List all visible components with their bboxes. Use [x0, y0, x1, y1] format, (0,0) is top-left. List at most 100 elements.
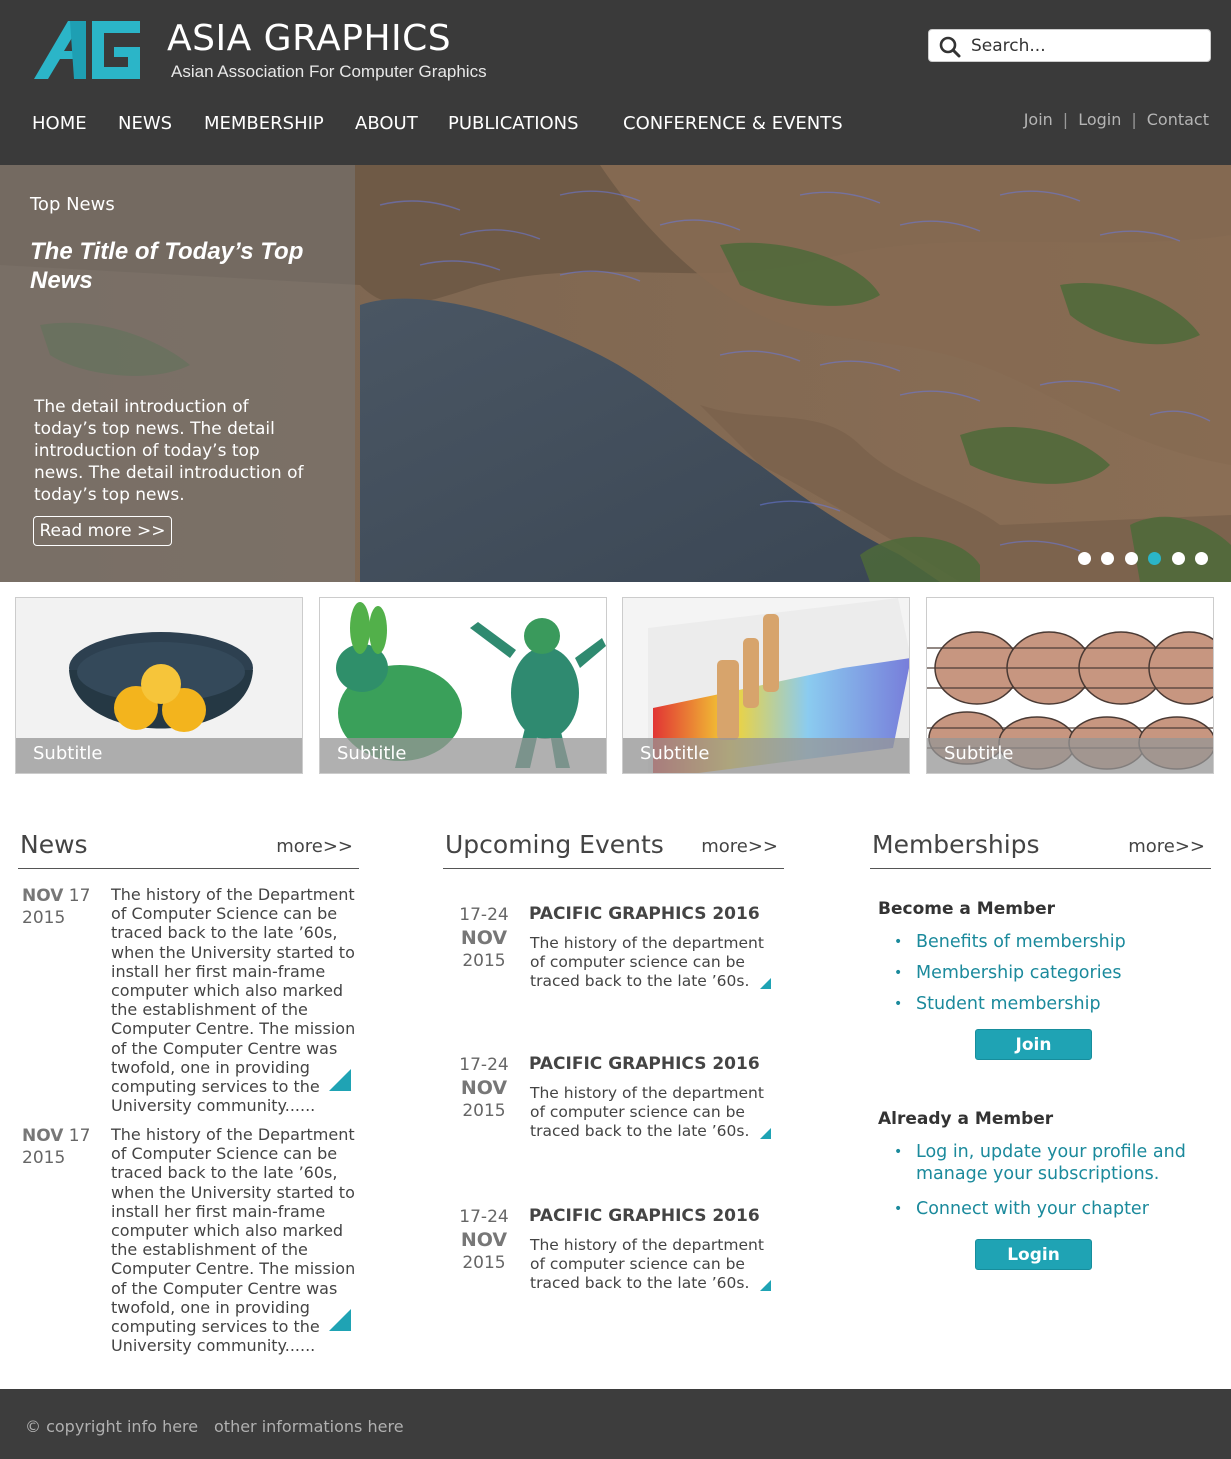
separator: | [1131, 110, 1137, 129]
event-item[interactable]: 17-24 NOV 2015 PACIFIC GRAPHICS 2016 The… [443, 904, 784, 994]
slider-dot[interactable] [1101, 552, 1114, 565]
thumbnail-caption-bar: Subtitle [320, 738, 606, 773]
memberships-column: Memberships more>> Become a Member Benef… [870, 828, 1211, 1270]
event-title[interactable]: PACIFIC GRAPHICS 2016 [529, 1054, 760, 1074]
event-description: The history of the department of compute… [530, 934, 764, 990]
search-input[interactable] [971, 32, 1201, 60]
event-month: NOV [460, 1077, 508, 1099]
thumbnail-card[interactable]: Subtitle [319, 597, 607, 774]
memberships-more-link[interactable]: more>> [1128, 836, 1205, 857]
news-item[interactable]: NOV 17 2015 The history of the Departmen… [18, 1125, 359, 1355]
news-more-link[interactable]: more>> [276, 836, 353, 857]
news-month: NOV [22, 1126, 64, 1146]
thumbnail-caption: Subtitle [944, 743, 1014, 764]
copyright-text: © copyright info here [25, 1417, 199, 1436]
event-year: 2015 [462, 1253, 506, 1273]
hero-caption-panel: Top News The Title of Today’s Top News T… [0, 165, 355, 582]
join-link[interactable]: Join [1024, 110, 1053, 129]
news-day: 17 [68, 886, 91, 906]
event-month: NOV [460, 927, 508, 949]
events-more-link[interactable]: more>> [701, 836, 778, 857]
event-title[interactable]: PACIFIC GRAPHICS 2016 [529, 904, 760, 924]
login-button[interactable]: Login [975, 1239, 1092, 1270]
nav-item-membership[interactable]: MEMBERSHIP [204, 113, 324, 134]
event-year: 2015 [462, 1101, 506, 1121]
thumbnail-card[interactable]: Subtitle [15, 597, 303, 774]
already-member-links: Log in, update your profile and manage y… [890, 1141, 1210, 1220]
slider-dot[interactable] [1078, 552, 1091, 565]
contact-link[interactable]: Contact [1147, 110, 1209, 129]
event-days: 17-24 [459, 1055, 509, 1075]
thumbnail-caption-bar: Subtitle [623, 738, 909, 773]
event-item[interactable]: 17-24 NOV 2015 PACIFIC GRAPHICS 2016 The… [443, 1206, 784, 1296]
site-subtitle: Asian Association For Computer Graphics [171, 62, 487, 81]
event-month: NOV [460, 1229, 508, 1251]
thumbnail-card[interactable]: Subtitle [926, 597, 1214, 774]
memberships-title: Memberships [872, 830, 1040, 859]
slider-dot[interactable] [1125, 552, 1138, 565]
thumbnail-caption: Subtitle [33, 743, 103, 764]
read-more-corner-icon[interactable] [760, 1280, 771, 1291]
events-header: Upcoming Events more>> [443, 828, 784, 869]
event-days: 17-24 [459, 905, 509, 925]
membership-categories-link[interactable]: Membership categories [890, 962, 1126, 984]
news-text: The history of the Department of Compute… [111, 885, 356, 1116]
event-item[interactable]: 17-24 NOV 2015 PACIFIC GRAPHICS 2016 The… [443, 1054, 784, 1144]
nav-item-publications[interactable]: PUBLICATIONS [448, 113, 579, 134]
slider-dot[interactable] [1172, 552, 1185, 565]
news-item[interactable]: NOV 17 2015 The history of the Departmen… [18, 885, 359, 1115]
news-column: News more>> NOV 17 2015 The history of t… [18, 828, 359, 1355]
become-member-heading: Become a Member [878, 899, 1056, 919]
read-more-corner-icon[interactable] [760, 978, 771, 989]
slider-dot[interactable] [1195, 552, 1208, 565]
event-date: 17-24 NOV 2015 [443, 904, 525, 973]
slider-dot-active[interactable] [1148, 552, 1161, 565]
search-box[interactable] [928, 29, 1211, 62]
nav-item-conference-events[interactable]: CONFERENCE & EVENTS [623, 113, 843, 134]
thumbnail-caption-bar: Subtitle [927, 738, 1213, 773]
news-title: News [20, 830, 88, 859]
become-member-links: Benefits of membership Membership catego… [890, 931, 1126, 1015]
thumbnail-card[interactable]: Subtitle [622, 597, 910, 774]
login-update-profile-link[interactable]: Log in, update your profile and manage y… [890, 1141, 1210, 1185]
news-date: NOV 17 2015 [22, 1125, 102, 1169]
nav-item-news[interactable]: NEWS [118, 113, 172, 134]
benefits-of-membership-link[interactable]: Benefits of membership [890, 931, 1126, 953]
search-icon[interactable] [939, 36, 961, 58]
read-more-corner-icon[interactable] [760, 1128, 771, 1139]
news-day: 17 [68, 1126, 91, 1146]
read-more-corner-icon[interactable] [329, 1309, 351, 1331]
separator: | [1062, 110, 1069, 129]
thumbnail-caption-bar: Subtitle [16, 738, 302, 773]
news-date: NOV 17 2015 [22, 885, 102, 929]
hero-kicker: Top News [30, 194, 115, 215]
nav-item-about[interactable]: ABOUT [355, 113, 418, 134]
read-more-corner-icon[interactable] [329, 1069, 351, 1091]
event-description: The history of the department of compute… [530, 1236, 764, 1292]
news-header: News more>> [18, 828, 359, 869]
event-title[interactable]: PACIFIC GRAPHICS 2016 [529, 1206, 760, 1226]
hero-title[interactable]: The Title of Today’s Top News [30, 237, 340, 295]
site-title: ASIA GRAPHICS [167, 18, 452, 59]
hero-slider[interactable]: Top News The Title of Today’s Top News T… [0, 165, 1231, 582]
asia-graphics-logo[interactable] [34, 21, 140, 81]
news-text: The history of the Department of Compute… [111, 1125, 356, 1356]
memberships-header: Memberships more>> [870, 828, 1211, 869]
event-days: 17-24 [459, 1207, 509, 1227]
read-more-button[interactable]: Read more >> [33, 516, 172, 546]
student-membership-link[interactable]: Student membership [890, 993, 1126, 1015]
already-member-heading: Already a Member [878, 1109, 1054, 1129]
news-year: 2015 [22, 908, 66, 928]
site-header: ASIA GRAPHICS Asian Association For Comp… [0, 0, 1231, 165]
login-link[interactable]: Login [1078, 110, 1121, 129]
footer-other-info: other informations here [214, 1417, 404, 1436]
events-column: Upcoming Events more>> 17-24 NOV 2015 PA… [443, 828, 784, 1292]
connect-chapter-link[interactable]: Connect with your chapter [890, 1198, 1210, 1220]
join-button[interactable]: Join [975, 1029, 1092, 1060]
hero-description: The detail introduction of today’s top n… [34, 397, 304, 505]
thumbnail-caption: Subtitle [640, 743, 710, 764]
thumbnail-caption: Subtitle [337, 743, 407, 764]
event-year: 2015 [462, 951, 506, 971]
utility-links: Join | Login | Contact [1024, 110, 1209, 129]
nav-item-home[interactable]: HOME [32, 113, 87, 134]
